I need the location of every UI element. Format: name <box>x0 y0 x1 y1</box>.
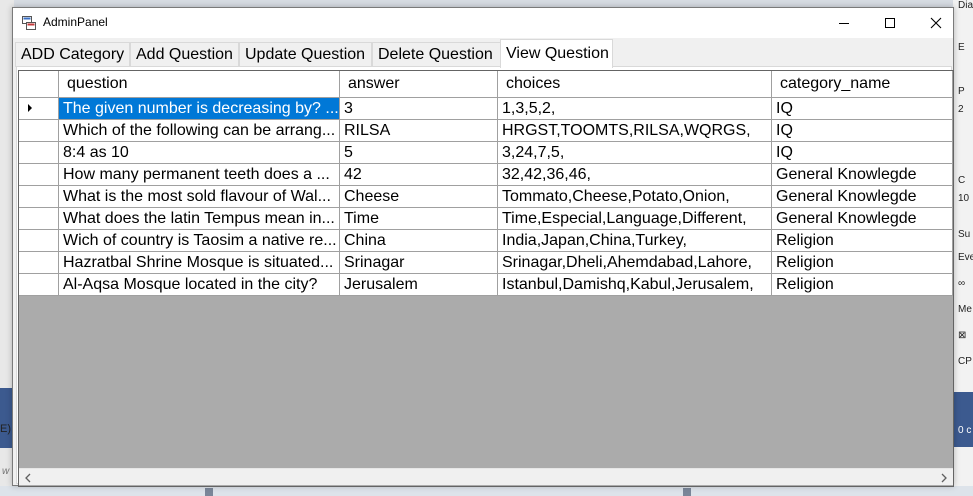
cell-answer[interactable]: RILSA <box>340 120 498 142</box>
background-left-label: E) <box>0 423 11 435</box>
close-button[interactable] <box>913 8 959 38</box>
cell-question[interactable]: The given number is decreasing by? ... <box>59 98 340 120</box>
cell-category-name[interactable]: IQ <box>772 98 953 120</box>
cell-answer[interactable]: Cheese <box>340 186 498 208</box>
cell-answer[interactable]: Jerusalem <box>340 274 498 296</box>
cell-category-name[interactable]: Religion <box>772 230 953 252</box>
row-header[interactable] <box>19 252 59 274</box>
questions-grid[interactable]: question answer choices category_name Th… <box>18 70 954 487</box>
cell-choices[interactable]: Srinagar,Dheli,Ahemdabad,Lahore, <box>498 252 772 274</box>
cell-question[interactable]: Wich of country is Taosim a native re... <box>59 230 340 252</box>
background-taskbar-fragment <box>953 392 973 447</box>
cell-choices[interactable]: 1,3,5,2, <box>498 98 772 120</box>
background-right-label: Me <box>958 304 972 315</box>
scroll-left-button[interactable] <box>19 469 36 486</box>
column-header-category-name[interactable]: category_name <box>772 71 953 98</box>
chevron-right-icon <box>941 473 947 482</box>
column-header-answer[interactable]: answer <box>340 71 498 98</box>
cell-choices[interactable]: Tommato,Cheese,Potato,Onion, <box>498 186 772 208</box>
background-right-label: Eve <box>958 252 973 263</box>
row-header[interactable] <box>19 208 59 230</box>
background-right-label: 10 <box>958 193 970 204</box>
row-header[interactable] <box>19 230 59 252</box>
cell-question[interactable]: What is the most sold flavour of Wal... <box>59 186 340 208</box>
background-right-label: E <box>958 42 965 53</box>
cell-category-name[interactable]: IQ <box>772 120 953 142</box>
background-right-panel: Dia E P 2 C 10 Su Eve ∞ Me ⊠ CP 0 c <box>953 0 973 496</box>
row-header[interactable] <box>19 98 59 120</box>
row-header[interactable] <box>19 120 59 142</box>
cell-answer[interactable]: 42 <box>340 164 498 186</box>
scroll-right-button[interactable] <box>935 469 952 486</box>
cell-category-name[interactable]: Religion <box>772 252 953 274</box>
cell-choices[interactable]: Istanbul,Damishq,Kabul,Jerusalem, <box>498 274 772 296</box>
cell-category-name[interactable]: General Knowlegde <box>772 164 953 186</box>
row-header[interactable] <box>19 142 59 164</box>
cell-category-name[interactable]: Religion <box>772 274 953 296</box>
cell-choices[interactable]: 3,24,7,5, <box>498 142 772 164</box>
background-right-label: Su <box>958 229 971 240</box>
cell-choices[interactable]: HRGST,TOOMTS,RILSA,WQRGS, <box>498 120 772 142</box>
horizontal-scrollbar[interactable] <box>19 468 953 485</box>
cell-category-name[interactable]: General Knowlegde <box>772 186 953 208</box>
column-header-choices[interactable]: choices <box>498 71 772 98</box>
background-right-label: C <box>958 175 966 186</box>
maximize-icon <box>885 18 895 28</box>
background-bottom-strip <box>0 486 973 496</box>
background-right-label: ⊠ <box>958 330 967 341</box>
cell-category-name[interactable]: General Knowlegde <box>772 208 953 230</box>
chevron-left-icon <box>24 473 30 482</box>
title-bar[interactable]: AdminPanel <box>13 8 953 38</box>
background-right-label: 0 c <box>958 425 972 436</box>
minimize-icon <box>839 23 849 24</box>
cell-answer[interactable]: 5 <box>340 142 498 164</box>
cell-answer[interactable]: 3 <box>340 98 498 120</box>
tab-add-category[interactable]: ADD Category <box>15 42 130 67</box>
cell-question[interactable]: What does the latin Tempus mean in... <box>59 208 340 230</box>
grid-corner-header[interactable] <box>19 71 59 98</box>
cell-choices[interactable]: 32,42,36,46, <box>498 164 772 186</box>
app-icon[interactable] <box>22 16 36 30</box>
cell-answer[interactable]: China <box>340 230 498 252</box>
background-marker <box>683 488 691 496</box>
cell-question[interactable]: Al-Aqsa Mosque located in the city? <box>59 274 340 296</box>
admin-panel-window: AdminPanel ADD Category Add Question Upd… <box>12 7 954 487</box>
background-right-label: ∞ <box>958 278 966 289</box>
minimize-button[interactable] <box>821 8 867 38</box>
cell-choices[interactable]: India,Japan,China,Turkey, <box>498 230 772 252</box>
cell-question[interactable]: Hazratbal Shrine Mosque is situated... <box>59 252 340 274</box>
cell-question[interactable]: Which of the following can be arrang... <box>59 120 340 142</box>
background-marker <box>205 488 213 496</box>
cell-choices[interactable]: Time,Especial,Language,Different, <box>498 208 772 230</box>
cell-question[interactable]: 8:4 as 10 <box>59 142 340 164</box>
close-icon <box>930 17 942 29</box>
cell-category-name[interactable]: IQ <box>772 142 953 164</box>
row-header[interactable] <box>19 274 59 296</box>
row-pointer-icon <box>28 104 32 112</box>
background-right-label: Dia <box>958 0 973 11</box>
column-header-question[interactable]: question <box>59 71 340 98</box>
cell-answer[interactable]: Time <box>340 208 498 230</box>
tab-delete-question[interactable]: Delete Question <box>372 42 501 67</box>
tab-add-question[interactable]: Add Question <box>130 42 239 67</box>
window-title: AdminPanel <box>43 15 108 29</box>
background-left-label: w <box>2 466 10 477</box>
tab-update-question[interactable]: Update Question <box>239 42 372 67</box>
background-right-label: CP <box>958 356 972 367</box>
view-question-page: question answer choices category_name Th… <box>16 66 954 487</box>
background-right-label: 2 <box>958 104 964 115</box>
row-header[interactable] <box>19 186 59 208</box>
tab-view-question[interactable]: View Question <box>500 39 613 68</box>
cell-answer[interactable]: Srinagar <box>340 252 498 274</box>
cell-question[interactable]: How many permanent teeth does a ... <box>59 164 340 186</box>
row-header[interactable] <box>19 164 59 186</box>
maximize-button[interactable] <box>867 8 913 38</box>
background-right-label: P <box>958 86 965 97</box>
